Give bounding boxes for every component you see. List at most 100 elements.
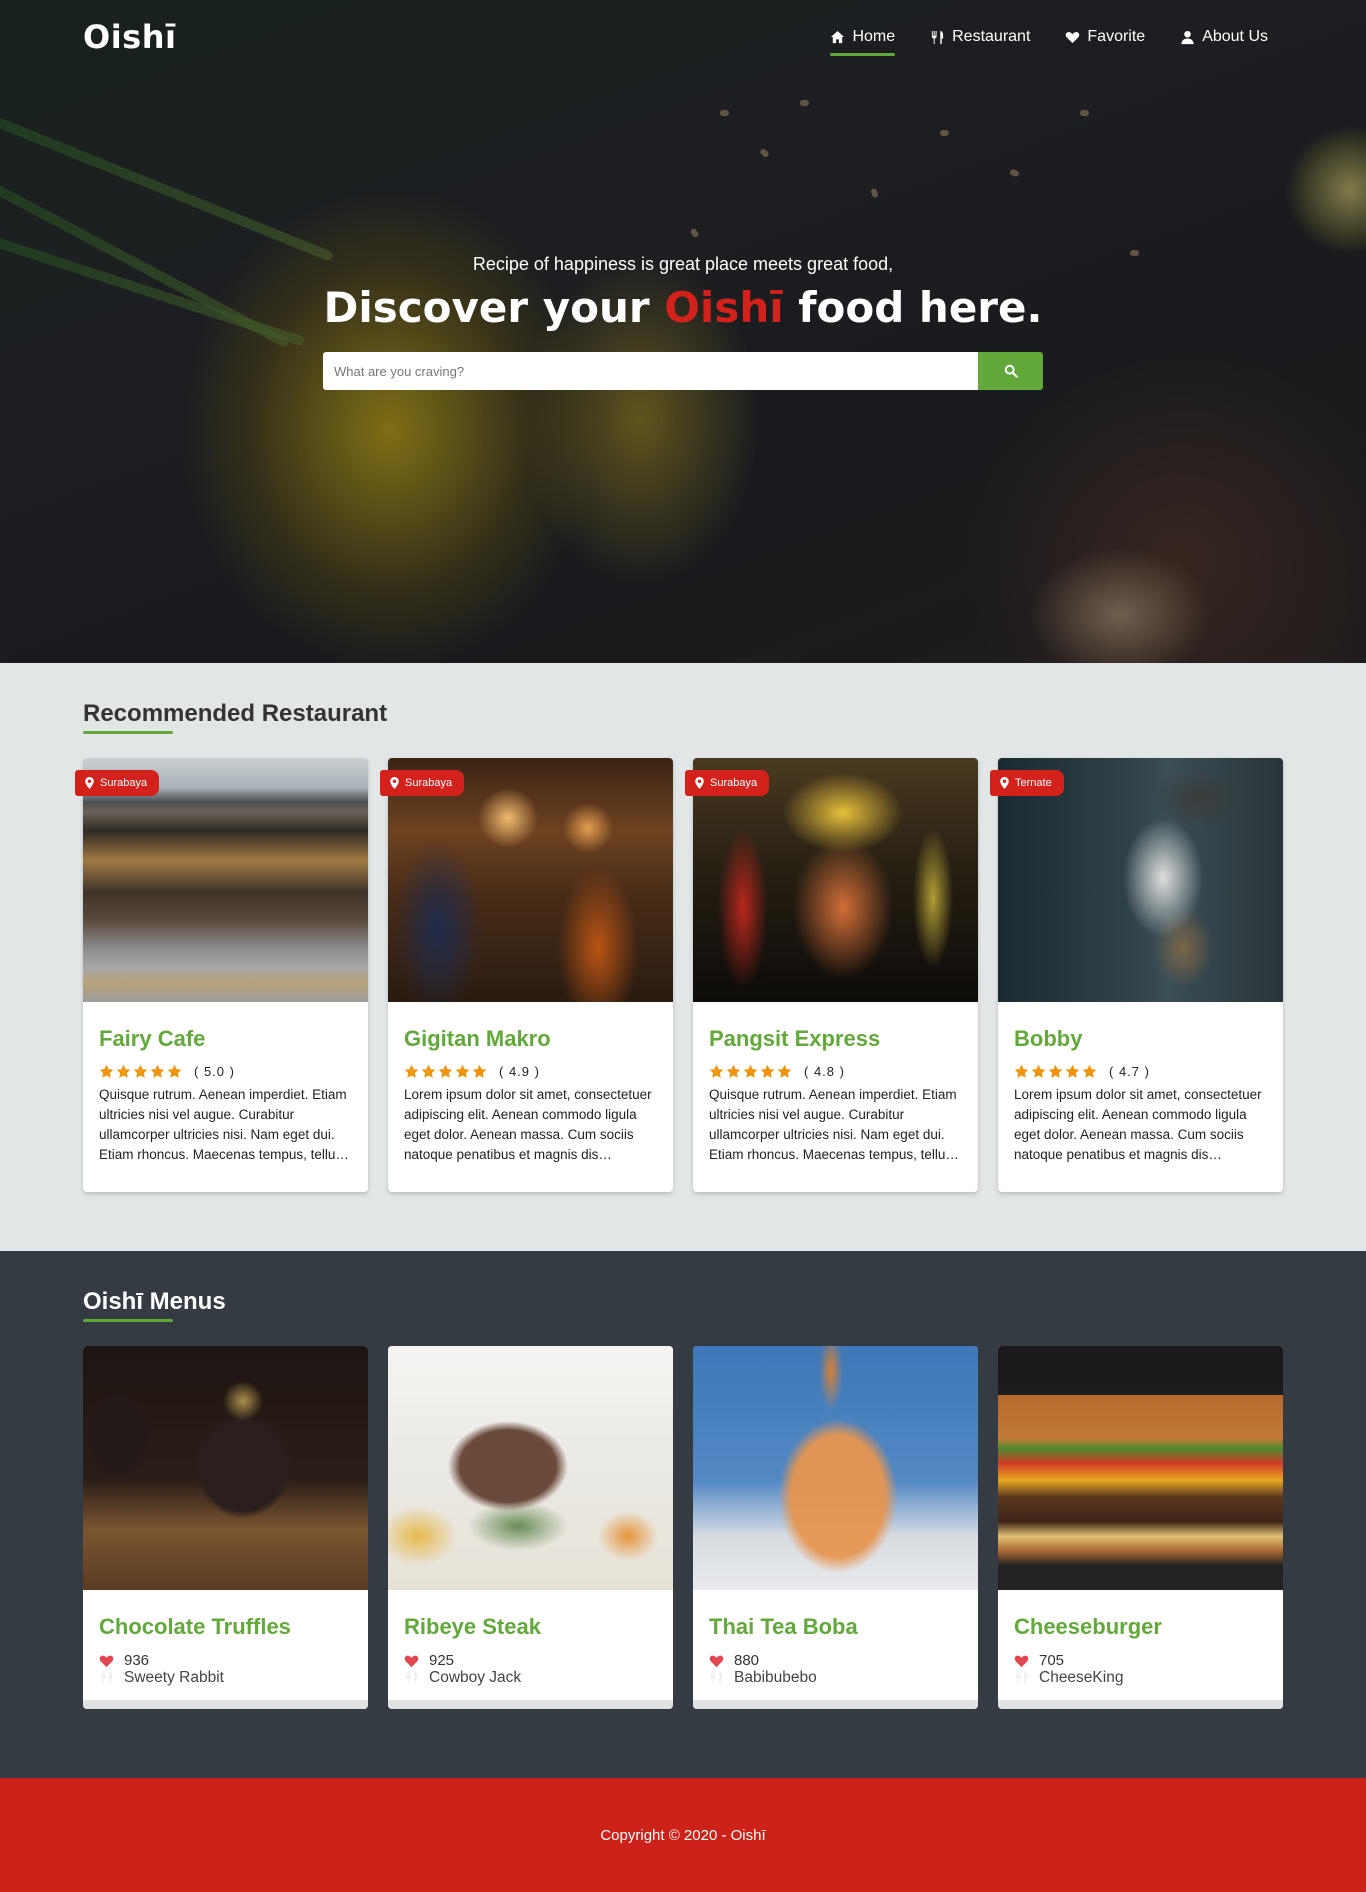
menu-photo	[693, 1346, 978, 1590]
rating-value: ( 4.8 )	[804, 1064, 845, 1079]
star-icon	[1082, 1064, 1097, 1078]
menu-maker: Cowboy Jack	[404, 1669, 657, 1687]
star-icon	[743, 1064, 758, 1078]
oishi-menus-section: Oishī Menus Chocolate Truffles 936 Sweet…	[0, 1251, 1366, 1778]
rating-stars	[709, 1064, 792, 1079]
heart-icon	[1014, 1655, 1029, 1667]
decor-crumb	[800, 100, 809, 106]
rating: ( 4.7 )	[1014, 1064, 1267, 1079]
decor-crumb	[870, 187, 879, 199]
restaurant-card[interactable]: Ternate Bobby ( 4.7 ) Lorem ipsum dolor …	[990, 758, 1283, 1192]
nav-item-favorite[interactable]: Favorite	[1065, 24, 1145, 50]
star-icon	[777, 1064, 792, 1078]
restaurant-name: Pangsit Express	[709, 1026, 881, 1051]
star-icon	[760, 1064, 775, 1078]
decor-crumb	[689, 227, 700, 239]
menu-name: Chocolate Truffles	[99, 1614, 291, 1639]
star-icon	[116, 1064, 131, 1078]
location-badge: Surabaya	[685, 770, 770, 796]
nav-item-label: Home	[852, 28, 896, 45]
star-icon	[1048, 1064, 1063, 1078]
menu-card-body: Thai Tea Boba 880 Babibubebo	[693, 1590, 978, 1709]
heart-icon	[404, 1655, 419, 1667]
like-count: 880	[709, 1652, 962, 1669]
restaurant-card-body: Bobby ( 4.7 ) Lorem ipsum dolor sit amet…	[998, 1002, 1283, 1192]
location-badge: Surabaya	[75, 770, 160, 796]
menu-card-body: Chocolate Truffles 936 Sweety Rabbit	[83, 1590, 368, 1709]
footer: Copyright © 2020 - Oishī	[0, 1778, 1366, 1892]
restaurant-name: Fairy Cafe	[99, 1026, 206, 1051]
search-icon	[1004, 364, 1018, 378]
menu-name: Cheeseburger	[1014, 1614, 1162, 1639]
rating-stars	[404, 1064, 487, 1079]
rating: ( 4.8 )	[709, 1064, 962, 1079]
star-icon	[99, 1064, 114, 1078]
maker-name: Cowboy Jack	[429, 1669, 522, 1686]
hero-subtitle: Recipe of happiness is great place meets…	[472, 254, 894, 274]
menu-maker: CheeseKing	[1014, 1669, 1267, 1687]
nav-item-label: About Us	[1202, 28, 1268, 45]
location-label: Surabaya	[405, 777, 453, 789]
menu-maker: Sweety Rabbit	[99, 1669, 352, 1687]
search-input[interactable]	[323, 352, 978, 390]
menu-card[interactable]: Chocolate Truffles 936 Sweety Rabbit	[83, 1346, 368, 1709]
menu-card[interactable]: Cheeseburger 705 CheeseKing	[998, 1346, 1283, 1709]
map-pin-icon	[390, 777, 399, 789]
maker-name: Babibubebo	[734, 1669, 817, 1686]
copyright-text: Copyright © 2020 - Oishī	[600, 1826, 766, 1844]
restaurant-card-body: Pangsit Express ( 4.8 ) Quisque rutrum. …	[693, 1002, 978, 1192]
utensils-icon	[405, 1671, 418, 1685]
menu-photo	[388, 1346, 673, 1590]
hero-title: Discover your Oishī food here.	[0, 283, 1366, 332]
restaurant-card[interactable]: Surabaya Pangsit Express ( 4.8 ) Quisque…	[685, 758, 978, 1192]
star-icon	[404, 1064, 419, 1078]
restaurant-description: Quisque rutrum. Aenean imperdiet. Etiam …	[709, 1087, 957, 1162]
location-badge: Surabaya	[380, 770, 465, 796]
star-icon	[709, 1064, 724, 1078]
menu-card[interactable]: Thai Tea Boba 880 Babibubebo	[693, 1346, 978, 1709]
nav-item-label: Restaurant	[952, 28, 1031, 45]
search-bar	[323, 352, 1043, 390]
restaurant-card[interactable]: Surabaya Gigitan Makro ( 4.9 ) Lorem ips…	[380, 758, 673, 1192]
star-icon	[150, 1064, 165, 1078]
location-label: Surabaya	[100, 777, 148, 789]
hero-banner: Oishī Home Restaurant Favorite About Us …	[0, 0, 1366, 663]
location-badge: Ternate	[990, 770, 1064, 796]
nav-item-restaurant[interactable]: Restaurant	[930, 24, 1030, 50]
utensils-icon	[100, 1671, 113, 1685]
restaurant-card-body: Fairy Cafe ( 5.0 ) Quisque rutrum. Aenea…	[83, 1002, 368, 1192]
like-count: 925	[404, 1652, 657, 1669]
decor-crumb	[940, 130, 949, 136]
restaurant-card[interactable]: Surabaya Fairy Cafe ( 5.0 ) Quisque rutr…	[75, 758, 368, 1192]
utensils-icon	[710, 1671, 723, 1685]
like-value: 705	[1039, 1652, 1065, 1669]
star-icon	[438, 1064, 453, 1078]
recommended-restaurant-section: Recommended Restaurant Surabaya Fairy Ca…	[0, 663, 1366, 1251]
rating-value: ( 5.0 )	[194, 1064, 235, 1079]
search-button[interactable]	[978, 352, 1043, 390]
star-icon	[1065, 1064, 1080, 1078]
heart-icon	[709, 1655, 724, 1667]
menu-photo	[998, 1346, 1283, 1590]
rating: ( 5.0 )	[99, 1064, 352, 1079]
menu-card[interactable]: Ribeye Steak 925 Cowboy Jack	[388, 1346, 673, 1709]
decor-stem	[0, 110, 335, 262]
star-icon	[455, 1064, 470, 1078]
star-icon	[167, 1064, 182, 1078]
hero-text: Recipe of happiness is great place meets…	[0, 254, 1366, 332]
restaurant-description: Lorem ipsum dolor sit amet, consectetuer…	[1014, 1087, 1262, 1162]
like-count: 936	[99, 1652, 352, 1669]
star-icon	[472, 1064, 487, 1078]
hero-title-prefix: Discover your	[323, 283, 665, 332]
menu-photo	[83, 1346, 368, 1590]
map-pin-icon	[85, 777, 94, 789]
restaurant-name: Bobby	[1014, 1026, 1083, 1051]
nav-item-label: Favorite	[1087, 28, 1146, 45]
like-value: 880	[734, 1652, 760, 1669]
maker-name: Sweety Rabbit	[124, 1669, 224, 1686]
star-icon	[726, 1064, 741, 1078]
nav-item-home[interactable]: Home	[830, 24, 896, 56]
brand-logo[interactable]: Oishī	[83, 18, 176, 56]
nav-item-about-us[interactable]: About Us	[1180, 24, 1268, 50]
location-label: Surabaya	[710, 777, 758, 789]
